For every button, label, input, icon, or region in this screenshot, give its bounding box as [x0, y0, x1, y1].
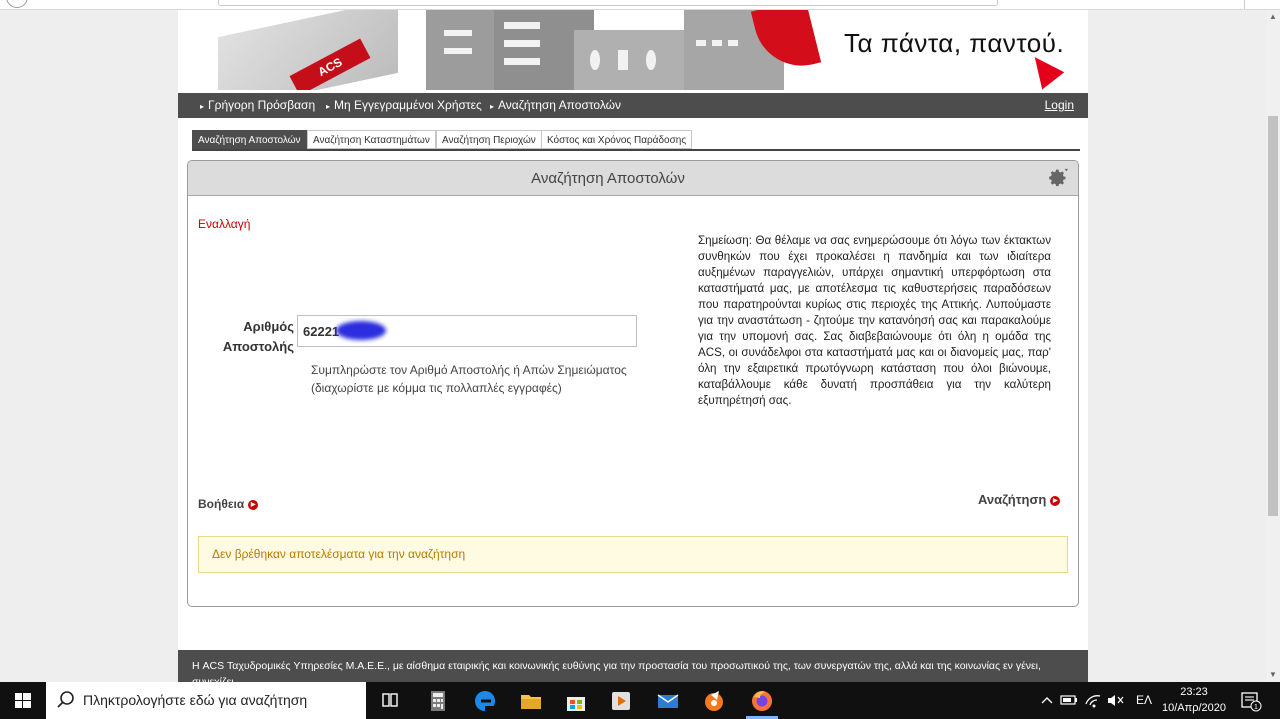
windows-taskbar: Πληκτρολογήστε εδώ για αναζήτηση ΕΛ 23:2… [0, 682, 1280, 719]
nav-item-quick-access[interactable]: ▸ Γρήγορη Πρόσβαση [200, 93, 315, 118]
clock-date: 10/Απρ/2020 [1161, 702, 1226, 714]
taskbar-search-box[interactable]: Πληκτρολογήστε εδώ για αναζήτηση [46, 682, 366, 719]
media-player-icon[interactable] [607, 687, 635, 715]
nav-item-unregistered-users[interactable]: ▸ Μη Εγγεγραμμένοι Χρήστες [326, 93, 482, 118]
main-nav: ▸ Γρήγορη Πρόσβαση ▸ Μη Εγγεγραμμένοι Χρήσ… [178, 93, 1088, 118]
help-link[interactable]: Βοήθεια ▶ [198, 497, 259, 511]
search-tabs: Αναζήτηση Αποστολών Αναζήτηση Καταστημάτ… [192, 130, 1080, 151]
building-illustration [574, 30, 684, 90]
scroll-down-arrow-icon[interactable]: ▼ [1266, 668, 1280, 682]
scroll-thumb[interactable] [1268, 116, 1278, 516]
no-results-message: Δεν βρέθηκαν αποτελέσματα για την αναζήτ… [198, 536, 1068, 573]
store-icon[interactable] [562, 687, 590, 715]
search-button[interactable]: Αναζήτηση ▶ [978, 492, 1061, 507]
calculator-icon[interactable] [424, 687, 452, 715]
building-illustration [426, 10, 494, 90]
notification-count: 1 [1254, 704, 1258, 711]
mail-icon[interactable] [654, 687, 682, 715]
tab-shipment-search[interactable]: Αναζήτηση Αποστολών [192, 130, 307, 149]
battery-icon[interactable] [1060, 682, 1078, 719]
taskbar-search-placeholder: Πληκτρολογήστε εδώ για αναζήτηση [83, 692, 308, 708]
volume-muted-icon[interactable] [1106, 682, 1124, 719]
wifi-icon[interactable] [1084, 682, 1102, 719]
windows-start-icon[interactable] [0, 682, 46, 719]
scroll-up-arrow-icon[interactable]: ▲ [1266, 10, 1280, 24]
acs-page: ACS Τα πάντα, παντού. ▸ Γρήγορη Πρόσβαση … [178, 10, 1088, 692]
clock-time: 23:23 [1180, 686, 1208, 698]
toolbar-divider [1244, 0, 1245, 9]
redacted-scribble [336, 321, 386, 340]
tracking-number-label: Αριθμός Αποστολής [222, 319, 294, 354]
toggle-link[interactable]: Εναλλαγή [198, 217, 250, 231]
language-indicator[interactable]: ΕΛ [1136, 682, 1152, 719]
firefox-icon[interactable] [748, 687, 776, 715]
nav-item-shipment-search[interactable]: ▸ Αναζήτηση Αποστολών [490, 93, 621, 118]
file-explorer-icon[interactable] [517, 687, 545, 715]
triangle-right-icon: ▸ [490, 102, 495, 111]
arrow-circle-right-icon: ▶ [1050, 495, 1061, 506]
task-view-icon[interactable] [376, 687, 404, 715]
chevron-up-icon[interactable] [1040, 682, 1054, 719]
gear-icon[interactable] [1048, 168, 1068, 188]
tab-area-search[interactable]: Αναζήτηση Περιοχών [436, 130, 542, 149]
panel-header: Αναζήτηση Αποστολών [188, 161, 1078, 196]
avast-icon[interactable] [700, 687, 728, 715]
page-scrollbar[interactable]: ▲ ▼ [1266, 10, 1280, 682]
tab-store-search[interactable]: Αναζήτηση Καταστημάτων [307, 130, 436, 149]
triangle-right-icon: ▸ [326, 102, 331, 111]
tracking-number-hint: Συμπληρώστε τον Αριθμό Αποστολής ή Απών … [311, 363, 627, 395]
covid-notice-text: Σημείωση: Θα θέλαμε να σας ενημερώσουμε … [698, 234, 1051, 407]
notification-center-icon[interactable]: 1 [1240, 690, 1262, 712]
panel-title: Αναζήτηση Αποστολών [531, 170, 685, 187]
banner-tagline: Τα πάντα, παντού. [844, 28, 1065, 58]
shipment-search-panel: Αναζήτηση Αποστολών Εναλλαγή Αριθμός Απο… [187, 160, 1079, 607]
edge-browser-icon[interactable] [471, 687, 499, 715]
address-bar[interactable] [218, 0, 998, 6]
triangle-right-icon: ▸ [200, 102, 205, 111]
tab-cost-and-time[interactable]: Κόστος και Χρόνος Παράδοσης [541, 130, 693, 149]
browser-toolbar [0, 0, 1280, 10]
header-banner: ACS Τα πάντα, παντού. [178, 10, 1088, 90]
search-icon [57, 691, 74, 708]
back-button[interactable] [6, 0, 28, 8]
login-link[interactable]: Login [1045, 93, 1074, 118]
taskbar-clock[interactable]: 23:23 10/Απρ/2020 [1160, 684, 1228, 716]
arrow-circle-right-icon: ▶ [248, 499, 259, 510]
